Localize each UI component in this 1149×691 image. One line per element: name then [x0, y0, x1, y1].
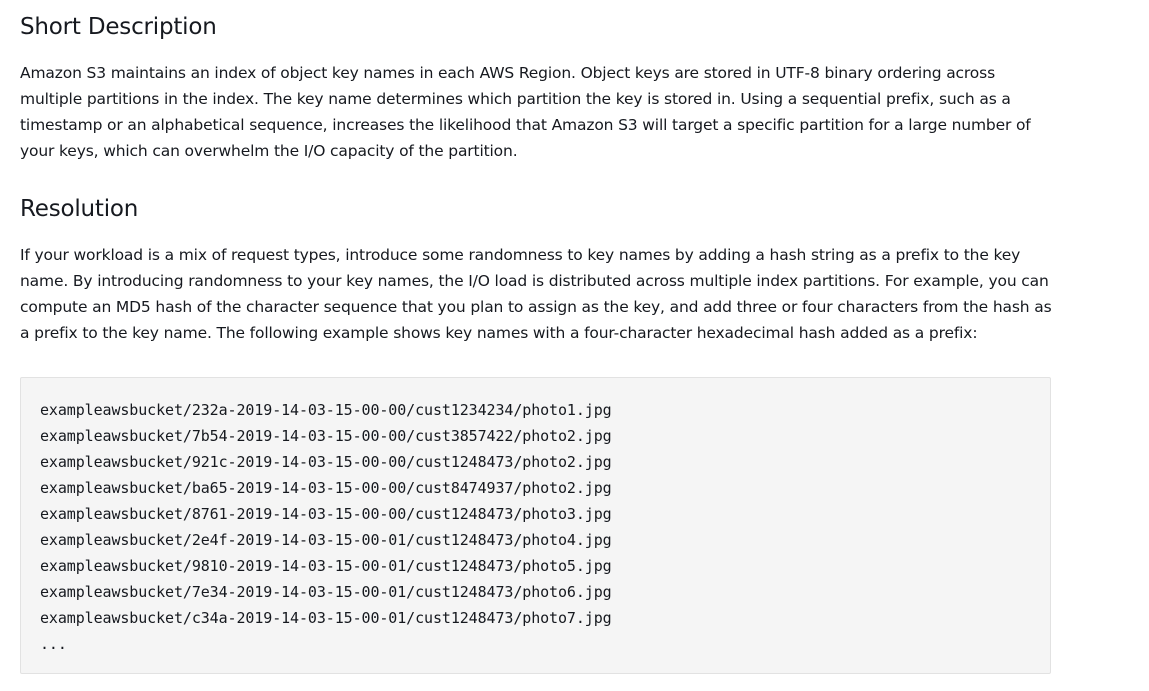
resolution-paragraph: If your workload is a mix of request typ…: [20, 246, 1052, 342]
article-content: Short Description Amazon S3 maintains an…: [0, 0, 1149, 691]
short-description-heading: Short Description: [20, 14, 217, 40]
code-line: exampleawsbucket/7e34-2019-14-03-15-00-0…: [40, 583, 612, 601]
code-line: exampleawsbucket/2e4f-2019-14-03-15-00-0…: [40, 531, 612, 549]
code-line: exampleawsbucket/ba65-2019-14-03-15-00-0…: [40, 479, 612, 497]
code-line: exampleawsbucket/8761-2019-14-03-15-00-0…: [40, 505, 612, 523]
code-line: exampleawsbucket/9810-2019-14-03-15-00-0…: [40, 557, 612, 575]
code-example-block: exampleawsbucket/232a-2019-14-03-15-00-0…: [20, 377, 1051, 674]
short-description-paragraph: Amazon S3 maintains an index of object k…: [20, 64, 1031, 160]
code-line: exampleawsbucket/c34a-2019-14-03-15-00-0…: [40, 609, 612, 627]
resolution-heading: Resolution: [20, 196, 139, 222]
code-line: exampleawsbucket/921c-2019-14-03-15-00-0…: [40, 453, 612, 471]
code-line: exampleawsbucket/232a-2019-14-03-15-00-0…: [40, 401, 612, 419]
code-ellipsis: ...: [40, 635, 67, 653]
code-line: exampleawsbucket/7b54-2019-14-03-15-00-0…: [40, 427, 612, 445]
